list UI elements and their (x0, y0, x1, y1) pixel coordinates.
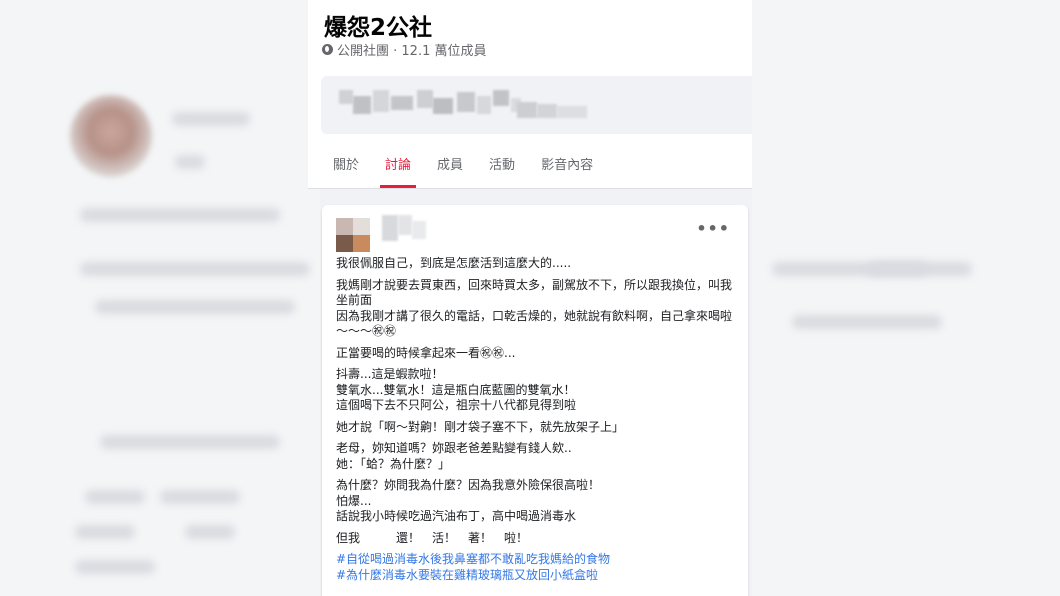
globe-icon (322, 44, 333, 55)
pixelated-text (353, 96, 371, 114)
blurred-background-left (0, 0, 320, 596)
author-name-pixelated[interactable] (382, 215, 442, 241)
blurred-text (80, 262, 310, 276)
pixelated-text (557, 106, 587, 118)
post-body: 我很佩服自己，到底是怎麼活到這麼大的..... 我媽剛才說要去買東西，回來時買太… (336, 256, 736, 583)
author-avatar[interactable] (336, 218, 370, 252)
pixelated-text (339, 90, 353, 104)
blurred-text (80, 208, 280, 222)
pixelated-text (373, 90, 389, 112)
pixelated-text (417, 90, 433, 108)
tab-discussion[interactable]: 討論 (372, 144, 424, 188)
pixelated-text (537, 104, 557, 118)
pixelated-text (477, 96, 491, 114)
blurred-text (100, 435, 280, 449)
blurred-text (85, 490, 145, 504)
tab-events[interactable]: 活動 (476, 144, 528, 188)
blurred-text (160, 490, 240, 504)
group-tabs: 關於 討論 成員 活動 影音內容 (320, 144, 606, 188)
blurred-text (867, 262, 927, 276)
hashtag-link[interactable]: #自從喝過消毒水後我鼻塞都不敢亂吃我媽給的食物 (336, 552, 736, 568)
blurred-text (75, 560, 155, 574)
tab-about[interactable]: 關於 (320, 144, 372, 188)
group-header: 爆怨2公社 公開社團 · 12.1 萬位成員 關於 討論 成員 活動 影音內容 (308, 0, 752, 188)
group-meta: 公開社團 · 12.1 萬位成員 (322, 40, 486, 59)
post-paragraph: 我媽剛才說要去買東西，回來時買太多，副駕放不下，所以跟我換位，叫我坐前面 因為我… (336, 277, 733, 339)
tab-members[interactable]: 成員 (424, 144, 476, 188)
pixelated-text (391, 96, 413, 110)
group-meta-text: 公開社團 · 12.1 萬位成員 (337, 44, 487, 59)
hashtag-link[interactable]: #為什麼消毒水要裝在雞精玻璃瓶又放回小紙盒啦 (336, 568, 736, 584)
blurred-text (792, 315, 942, 329)
post-paragraph: 她才說「啊～對齁！剛才袋子塞不下，就先放架子上」 (336, 419, 625, 434)
header-divider (308, 188, 752, 189)
post-composer[interactable] (321, 76, 752, 134)
blurred-background-right (752, 0, 1060, 596)
blurred-avatar (70, 95, 152, 177)
blurred-text (95, 300, 295, 314)
blurred-text (172, 112, 250, 126)
post-paragraph: 但我 還！ 活！ 著！ 啦！ (336, 530, 529, 545)
blurred-text (175, 155, 205, 169)
post-paragraph: 抖壽...這是蝦款啦！ 雙氧水...雙氧水！這是瓶白底藍圖的雙氧水！ 這個喝下去… (336, 367, 577, 412)
post-paragraph: 正當要喝的時候拿起來一看㊗㊗... (336, 345, 516, 360)
tab-media[interactable]: 影音內容 (528, 144, 606, 188)
pixelated-text (493, 90, 509, 106)
post-paragraph: 為什麼？妳問我為什麼？因為我意外險保很高啦！ 怕爆... 話說我小時候吃過汽油布… (336, 478, 601, 523)
pixelated-text (457, 92, 475, 112)
post-paragraph: 老母，妳知道嗎？妳跟老爸差點變有錢人欸.. 她：「蛤？為什麼？」 (336, 441, 572, 471)
group-title[interactable]: 爆怨2公社 (324, 8, 432, 42)
post-paragraph: 我很佩服自己，到底是怎麼活到這麼大的..... (336, 256, 572, 270)
post-card: ••• 我很佩服自己，到底是怎麼活到這麼大的..... 我媽剛才說要去買東西，回… (322, 205, 748, 596)
pixelated-text (517, 102, 537, 118)
pixelated-text (433, 98, 453, 114)
blurred-text (185, 525, 235, 539)
more-options-icon[interactable]: ••• (696, 219, 730, 238)
blurred-text (75, 525, 135, 539)
